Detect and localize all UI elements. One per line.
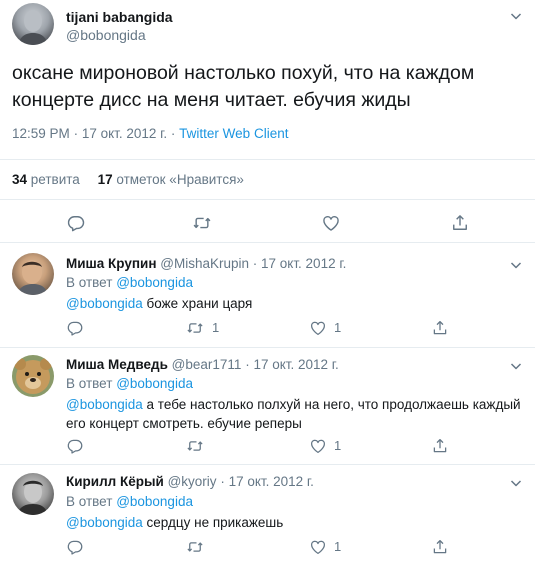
reply-3-separator: · — [220, 474, 225, 489]
likes-label: отметок «Нравится» — [116, 172, 244, 187]
divider — [0, 242, 535, 243]
reply-2-text: @bobongida а тебе настолько полхуй на не… — [66, 395, 521, 433]
share-icon[interactable] — [431, 319, 449, 337]
reply-1-author-handle[interactable]: @MishaKrupin — [160, 256, 249, 271]
retweets-count: 34 — [12, 172, 28, 187]
main-tweet-text-line2: концерте дисс на меня читает. ебучия жид… — [12, 89, 411, 111]
reply-3-text: @bobongida сердцу не прикажешь — [66, 513, 283, 532]
reply-2-replying-to: В ответ @bobongida — [66, 376, 193, 391]
reply-1-body: боже храни царя — [146, 296, 253, 311]
replying-to-prefix: В ответ — [66, 275, 113, 290]
retweets-label: ретвита — [30, 172, 80, 187]
divider — [0, 464, 535, 465]
replying-to-link[interactable]: @bobongida — [116, 376, 193, 391]
chevron-down-icon[interactable] — [510, 10, 522, 22]
tweet-client-link[interactable]: Twitter Web Client — [179, 126, 288, 141]
reply-2-text-line1: @bobongida а тебе настолько полхуй на не… — [66, 395, 521, 414]
share-icon[interactable] — [431, 437, 449, 455]
reply-1-header: Миша Крупин @MishaKrupin · 17 окт. 2012 … — [66, 256, 346, 271]
reply-mention-link[interactable]: @bobongida — [66, 397, 143, 412]
reply-2-author-name[interactable]: Миша Медведь — [66, 357, 168, 372]
likes-count: 17 — [97, 172, 113, 187]
reply-2-author-handle[interactable]: @bear1711 — [172, 357, 242, 372]
avatar-reply-1[interactable] — [12, 253, 54, 295]
reply-2-body-line1: а тебе настолько полхуй на него, что про… — [146, 397, 521, 412]
reply-3-replying-to: В ответ @bobongida — [66, 494, 193, 509]
reply-mention-link[interactable]: @bobongida — [66, 515, 143, 530]
avatar-reply-2[interactable] — [12, 355, 54, 397]
reply-1-text: @bobongida боже храни царя — [66, 294, 252, 313]
retweet-icon[interactable] — [186, 437, 204, 455]
like-count: 1 — [334, 539, 342, 554]
replying-to-prefix: В ответ — [66, 494, 113, 509]
reply-1-author-name[interactable]: Миша Крупин — [66, 256, 156, 271]
reply-2-body-line2: его концерт смотреть. ебучие реперы — [66, 416, 302, 431]
retweet-icon[interactable] — [192, 213, 212, 233]
main-author-name[interactable]: tijani babangida — [66, 9, 173, 25]
like-icon[interactable] — [321, 213, 341, 233]
chevron-down-icon[interactable] — [510, 259, 522, 271]
like-count: 1 — [334, 438, 342, 453]
main-tweet-text-line1: оксане мироновой настолько похуй, что на… — [12, 62, 475, 84]
reply-mention-link[interactable]: @bobongida — [66, 296, 143, 311]
retweets-stat[interactable]: 34 ретвита — [12, 172, 84, 187]
replying-to-prefix: В ответ — [66, 376, 113, 391]
retweet-count: 1 — [212, 320, 220, 335]
like-icon[interactable] — [309, 319, 327, 337]
reply-2-separator: · — [245, 357, 250, 372]
divider — [0, 159, 535, 160]
reply-icon[interactable] — [66, 538, 84, 556]
like-icon[interactable] — [309, 538, 327, 556]
like-icon[interactable] — [309, 437, 327, 455]
tweet-metadata: 12:59 PM · · 17 окт. 2012 г. · Twitter W… — [12, 126, 289, 141]
reply-1-separator: · — [252, 256, 258, 271]
reply-icon[interactable] — [66, 213, 86, 233]
chevron-down-icon[interactable] — [510, 477, 522, 489]
reply-3-body: сердцу не прикажешь — [146, 515, 284, 530]
reply-icon[interactable] — [66, 437, 84, 455]
reply-icon[interactable] — [66, 319, 84, 337]
replying-to-link[interactable]: @bobongida — [116, 494, 193, 509]
avatar-main[interactable] — [12, 3, 54, 45]
divider — [0, 199, 535, 200]
reply-3-date[interactable]: 17 окт. 2012 г. — [229, 474, 314, 489]
reply-3-author-name[interactable]: Кирилл Кёрый — [66, 474, 164, 489]
share-icon[interactable] — [450, 213, 470, 233]
replying-to-link[interactable]: @bobongida — [116, 275, 193, 290]
likes-stat[interactable]: 17 отметок «Нравится» — [98, 172, 244, 187]
chevron-down-icon[interactable] — [510, 360, 522, 372]
like-count: 1 — [334, 320, 342, 335]
avatar-reply-3[interactable] — [12, 473, 54, 515]
reply-2-header: Миша Медведь @bear1711 · 17 окт. 2012 г. — [66, 357, 339, 372]
share-icon[interactable] — [431, 538, 449, 556]
main-tweet-text: оксане мироновой настолько похуй, что на… — [12, 60, 474, 114]
reply-1-date[interactable]: 17 окт. 2012 г. — [261, 256, 346, 271]
reply-2-date[interactable]: 17 окт. 2012 г. — [253, 357, 338, 372]
reply-3-author-handle[interactable]: @kyoriy — [168, 474, 217, 489]
tweet-stats: 34 ретвита 17 отметок «Нравится» — [12, 172, 244, 187]
retweet-icon[interactable] — [186, 319, 204, 337]
retweet-icon[interactable] — [186, 538, 204, 556]
reply-3-header: Кирилл Кёрый @kyoriy · 17 окт. 2012 г. — [66, 474, 314, 489]
tweet-time[interactable]: 12:59 PM — [12, 126, 70, 141]
divider — [0, 347, 535, 348]
main-author-handle[interactable]: @bobongida — [66, 27, 146, 43]
tweet-date[interactable]: 17 окт. 2012 г. — [82, 126, 167, 141]
reply-1-replying-to: В ответ @bobongida — [66, 275, 193, 290]
